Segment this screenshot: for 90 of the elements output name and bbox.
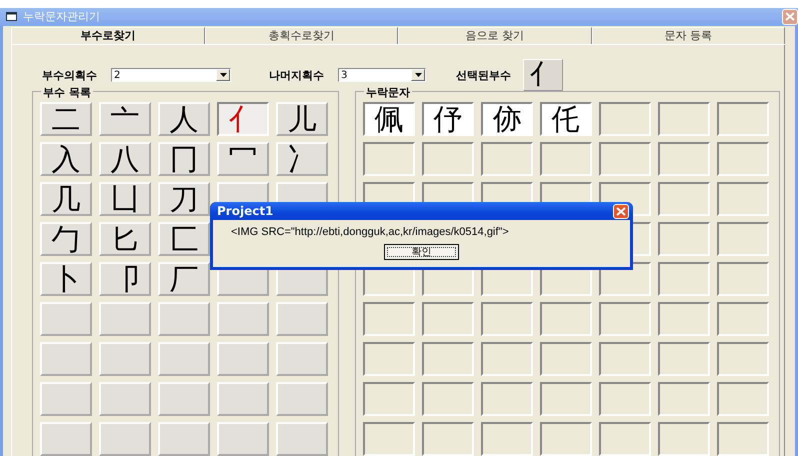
close-button[interactable]: [613, 204, 629, 218]
empty-char-cell: [599, 382, 651, 416]
empty-char-cell: [481, 142, 533, 176]
radical-button[interactable]: 匚: [158, 222, 210, 256]
radical-button[interactable]: 凵: [99, 182, 151, 216]
radical-button[interactable]: 匕: [99, 222, 151, 256]
close-button[interactable]: [782, 8, 798, 25]
radical-button[interactable]: 亻: [217, 102, 269, 136]
empty-char-cell: [422, 422, 474, 456]
empty-char-cell: [540, 142, 592, 176]
missing-char-cell: 佩: [363, 102, 415, 136]
close-icon: [785, 12, 795, 22]
radical-button[interactable]: 儿: [276, 102, 328, 136]
empty-char-cell: [717, 302, 769, 336]
empty-char-cell: [717, 142, 769, 176]
empty-char-cell: [481, 302, 533, 336]
empty-char-cell: [540, 342, 592, 376]
empty-char-cell: [717, 222, 769, 256]
empty-char-cell: [658, 302, 710, 336]
group-title: 부수 목록: [41, 85, 93, 100]
missing-char-cell: 㑊: [481, 102, 533, 136]
radical-button[interactable]: 几: [40, 182, 92, 216]
dropdown-field[interactable]: 2: [111, 68, 231, 82]
empty-char-cell: [540, 422, 592, 456]
empty-char-cell: [658, 222, 710, 256]
empty-char-cell: [363, 382, 415, 416]
radical-button[interactable]: 刀: [158, 182, 210, 216]
tab[interactable]: 부수로찾기: [11, 26, 204, 44]
empty-char-cell: [422, 382, 474, 416]
dialog-title: Project1: [217, 204, 274, 218]
field-label: 선택된부수: [456, 68, 511, 82]
field-label: 부수의획수: [42, 68, 97, 82]
dialog-message: <IMG SRC="http://ebti,dongguk,ac,kr/images/k0514,gif">: [231, 226, 510, 238]
dropdown-arrow-icon: [414, 73, 422, 77]
empty-char-cell: [599, 142, 651, 176]
empty-char-cell: [658, 422, 710, 456]
radical-button[interactable]: 二: [40, 102, 92, 136]
radical-button[interactable]: 勹: [40, 222, 92, 256]
tab[interactable]: 음으로 찾기: [398, 26, 592, 44]
empty-char-cell: [481, 422, 533, 456]
empty-char-cell: [717, 382, 769, 416]
radical-button[interactable]: 人: [158, 102, 210, 136]
empty-char-cell: [658, 142, 710, 176]
radical-button[interactable]: 冫: [276, 142, 328, 176]
radical-button[interactable]: 八: [99, 142, 151, 176]
empty-char-cell: [658, 342, 710, 376]
radical-button[interactable]: 厂: [158, 262, 210, 296]
empty-char-cell: [658, 102, 710, 136]
empty-char-cell: [540, 302, 592, 336]
radical-button[interactable]: 卜: [40, 262, 92, 296]
empty-char-cell: [363, 142, 415, 176]
empty-char-cell: [717, 182, 769, 216]
empty-char-cell: [717, 342, 769, 376]
empty-char-cell: [363, 342, 415, 376]
missing-char-cell: 伃: [422, 102, 474, 136]
empty-char-cell: [717, 422, 769, 456]
empty-char-cell: [599, 102, 651, 136]
empty-char-cell: [599, 422, 651, 456]
selected-radical-display: 亻: [523, 59, 563, 91]
ok-button[interactable]: 확인: [384, 244, 459, 260]
group-title: 누락문자: [364, 85, 412, 100]
empty-char-cell: [599, 342, 651, 376]
tab[interactable]: 문자 등록: [592, 26, 785, 44]
close-icon: [616, 206, 626, 216]
empty-char-cell: [422, 342, 474, 376]
empty-char-cell: [658, 382, 710, 416]
missing-char-cell: 仛: [540, 102, 592, 136]
empty-char-cell: [658, 262, 710, 296]
window-title: 누락문자관리기: [23, 9, 100, 24]
radical-button[interactable]: 冂: [158, 142, 210, 176]
radical-button[interactable]: 亠: [99, 102, 151, 136]
tab[interactable]: 총획수로찾기: [204, 26, 398, 44]
empty-char-cell: [599, 302, 651, 336]
empty-char-cell: [422, 142, 474, 176]
empty-char-cell: [717, 102, 769, 136]
window-icon: [6, 12, 17, 22]
empty-char-cell: [481, 382, 533, 416]
field-label: 나머지획수: [269, 68, 324, 82]
empty-char-cell: [481, 342, 533, 376]
radical-button[interactable]: 冖: [217, 142, 269, 176]
empty-char-cell: [422, 302, 474, 336]
empty-char-cell: [717, 262, 769, 296]
empty-char-cell: [363, 302, 415, 336]
radical-button[interactable]: 卩: [99, 262, 151, 296]
empty-char-cell: [658, 182, 710, 216]
dropdown-field[interactable]: 3: [338, 68, 426, 82]
empty-char-cell: [363, 422, 415, 456]
radical-button[interactable]: 入: [40, 142, 92, 176]
dropdown-arrow-icon: [220, 73, 226, 77]
empty-char-cell: [540, 382, 592, 416]
